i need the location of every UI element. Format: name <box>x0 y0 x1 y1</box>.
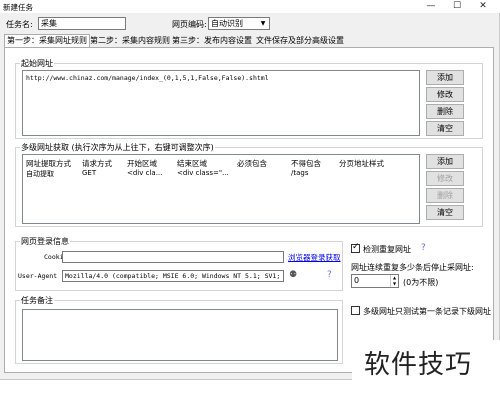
title-bar: 新建任务 — ☐ ✕ <box>0 0 500 13</box>
start-url-title: 起始网址 <box>20 58 54 69</box>
only-first-checkbox[interactable] <box>351 306 360 315</box>
login-info-group: 网页登录信息 Cookie 浏览器登录获取 User-Agent Mozilla… <box>15 236 343 291</box>
only-first-label: 多级网址只测试第一条记录下级网址 <box>363 307 491 316</box>
close-icon[interactable]: ✕ <box>470 0 496 13</box>
multi-url-delete-button[interactable]: 删除 <box>426 188 464 203</box>
task-name-input[interactable]: 采集 <box>38 17 126 30</box>
table-cell[interactable]: 自动提取 <box>26 169 54 179</box>
table-cell[interactable]: <div cla... <box>127 169 162 177</box>
chevron-down-icon: ▼ <box>260 20 266 27</box>
stop-after-hint: (0为不限) <box>403 278 439 287</box>
stop-after-label: 网址连续重复多少条后停止采网址: <box>351 263 474 272</box>
start-url-add-button[interactable]: 添加 <box>426 70 464 85</box>
start-url-edit-button[interactable]: 修改 <box>426 87 464 102</box>
minimize-icon[interactable]: — <box>418 0 444 13</box>
column-header[interactable]: 网址提取方式 <box>26 158 71 169</box>
multi-url-clear-button[interactable]: 清空 <box>426 205 464 220</box>
encoding-select[interactable]: 自动识别 ▼ <box>208 17 270 30</box>
login-info-title: 网页登录信息 <box>20 236 70 247</box>
window-title: 新建任务 <box>3 3 33 12</box>
maximize-icon[interactable]: ☐ <box>444 0 470 13</box>
spin-arrows-icon[interactable]: ▲ ▼ <box>390 275 398 287</box>
column-header[interactable]: 开始区域 <box>127 158 157 169</box>
cookie-input[interactable] <box>62 251 284 263</box>
start-url-list[interactable]: http://www.chinaz.com/manage/index_(0,1,… <box>22 70 420 136</box>
column-header[interactable]: 必须包含 <box>237 158 267 169</box>
task-notes-textarea[interactable] <box>22 309 338 361</box>
browser-login-link[interactable]: 浏览器登录获取 <box>288 252 341 263</box>
start-url-item[interactable]: http://www.chinaz.com/manage/index_(0,1,… <box>26 74 269 82</box>
multi-url-group: 多级网址获取 (执行次序为从上往下，右键可调整次序) 网址提取方式 请求方式 开… <box>15 142 483 227</box>
user-agent-label: User-Agent <box>18 272 58 280</box>
tab-file-save-advanced[interactable]: 文件保存及部分高级设置 <box>254 34 346 47</box>
column-header[interactable]: 结束区域 <box>177 158 207 169</box>
table-cell[interactable]: GET <box>82 169 96 177</box>
multi-url-title: 多级网址获取 (执行次序为从上往下，右键可调整次序) <box>20 142 215 153</box>
tab-step3-publish[interactable]: 第三步：发布内容设置 <box>170 34 254 47</box>
multi-url-edit-button[interactable]: 修改 <box>426 171 464 186</box>
watermark: 软件技巧 <box>352 340 500 404</box>
encoding-value: 自动识别 <box>211 19 243 28</box>
task-name-label: 任务名: <box>6 20 33 29</box>
microphone-icon[interactable]: ⚉ <box>289 270 297 280</box>
tab-step2-content-rules[interactable]: 第二步：采集内容规则 <box>88 34 172 47</box>
start-url-clear-button[interactable]: 清空 <box>426 121 464 136</box>
new-task-window: 新建任务 — ☐ ✕ 任务名: 采集 网页编码: 自动识别 ▼ 第一步：采集网址… <box>0 0 500 380</box>
stop-after-stepper[interactable]: 0 ▲ ▼ <box>351 274 399 288</box>
column-header[interactable]: 不得包含 <box>291 158 321 169</box>
table-cell[interactable]: /tags <box>291 169 308 177</box>
start-url-delete-button[interactable]: 删除 <box>426 104 464 119</box>
task-notes-group: 任务备注 <box>15 295 343 364</box>
task-notes-title: 任务备注 <box>20 295 54 306</box>
multi-url-list[interactable]: 网址提取方式 请求方式 开始区域 结束区域 必须包含 不得包含 分页地址样式 自… <box>22 154 420 224</box>
tab-panel: 起始网址 http://www.chinaz.com/manage/index_… <box>4 47 494 373</box>
tab-step1-url-rules[interactable]: 第一步：采集网址规则 <box>4 34 90 47</box>
watermark-text: 软件技巧 <box>364 350 473 380</box>
column-header[interactable]: 分页地址样式 <box>339 158 384 169</box>
column-header[interactable]: 请求方式 <box>82 158 112 169</box>
help-icon[interactable]: ? <box>421 243 426 253</box>
check-duplicate-checkbox[interactable] <box>351 242 360 253</box>
check-duplicate-label: 检测重复网址 <box>363 245 411 254</box>
table-cell[interactable]: <div class="... <box>177 169 229 177</box>
help-icon[interactable]: ? <box>327 270 332 280</box>
stop-after-value: 0 <box>354 276 360 285</box>
multi-url-add-button[interactable]: 添加 <box>426 154 464 169</box>
encoding-label: 网页编码: <box>172 20 207 29</box>
user-agent-input[interactable]: Mozilla/4.0 (compatible; MSIE 6.0; Windo… <box>62 270 284 282</box>
start-url-group: 起始网址 http://www.chinaz.com/manage/index_… <box>15 58 483 139</box>
